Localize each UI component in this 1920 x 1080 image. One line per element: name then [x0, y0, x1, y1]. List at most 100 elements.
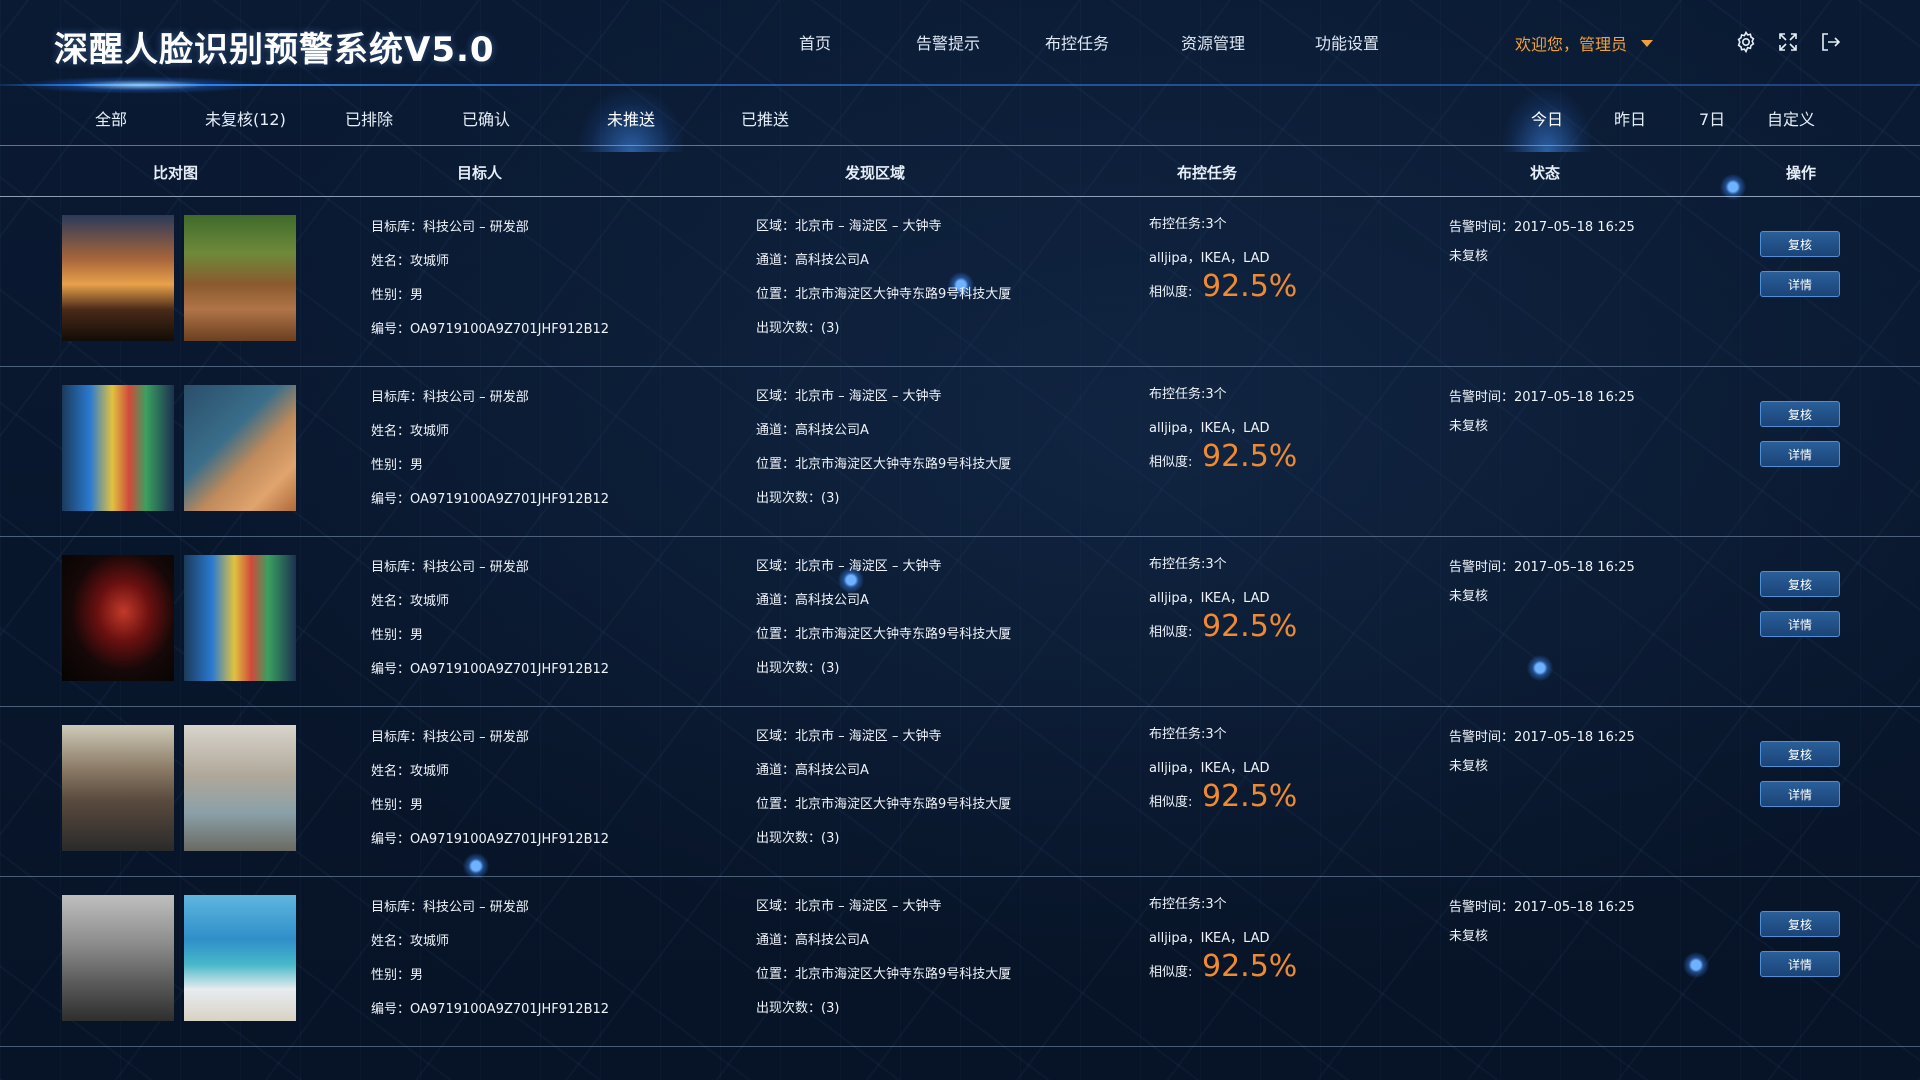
- similarity-label: 相似度:: [1149, 285, 1193, 300]
- tab-pushed[interactable]: 已推送: [741, 106, 789, 130]
- similarity-value: 92.5%: [1202, 949, 1298, 984]
- date-yesterday[interactable]: 昨日: [1614, 106, 1646, 130]
- similarity-label: 相似度:: [1149, 455, 1193, 470]
- date-custom[interactable]: 自定义: [1767, 106, 1815, 130]
- appearance-count: 出现次数：(3): [756, 491, 840, 506]
- reference-photo[interactable]: [184, 725, 296, 851]
- review-button[interactable]: 复核: [1760, 911, 1840, 937]
- similarity-label: 相似度:: [1149, 795, 1193, 810]
- similarity-value: 92.5%: [1202, 269, 1298, 304]
- detail-button[interactable]: 详情: [1760, 271, 1840, 297]
- reference-photo[interactable]: [184, 215, 296, 341]
- nav-alerts[interactable]: 告警提示: [916, 30, 980, 54]
- similarity-value: 92.5%: [1202, 609, 1298, 644]
- target-id: 编号：OA9719100A9Z701JHF912B12: [371, 492, 610, 507]
- nav-tasks[interactable]: 布控任务: [1045, 30, 1109, 54]
- capture-photo[interactable]: [62, 385, 174, 511]
- target-library: 目标库：科技公司 – 研发部: [371, 730, 529, 745]
- status-text: 未复核: [1449, 589, 1489, 604]
- appearance-count: 出现次数：(3): [756, 1001, 840, 1016]
- detail-button[interactable]: 详情: [1760, 611, 1840, 637]
- tab-unpushed[interactable]: 未推送: [578, 90, 684, 152]
- target-gender: 性别：男: [371, 628, 424, 643]
- capture-photo[interactable]: [62, 215, 174, 341]
- nav-settings[interactable]: 功能设置: [1315, 30, 1379, 54]
- target-id: 编号：OA9719100A9Z701JHF912B12: [371, 322, 610, 337]
- task-count: 布控任务:3个: [1149, 557, 1227, 572]
- tab-confirmed[interactable]: 已确认: [462, 106, 510, 130]
- nav-home[interactable]: 首页: [799, 30, 831, 54]
- tab-all[interactable]: 全部: [95, 106, 127, 130]
- alarm-time: 告警时间：2017–05–18 16:25: [1449, 220, 1635, 235]
- target-name: 姓名：攻城师: [371, 764, 450, 779]
- col-area: 发现区域: [845, 164, 906, 182]
- gear-icon[interactable]: [1734, 30, 1758, 54]
- review-button[interactable]: 复核: [1760, 401, 1840, 427]
- reference-photo[interactable]: [184, 385, 296, 511]
- target-name: 姓名：攻城师: [371, 594, 450, 609]
- welcome-text: 欢迎您，管理员: [1515, 35, 1628, 54]
- nav-resources[interactable]: 资源管理: [1181, 30, 1245, 54]
- detail-button[interactable]: 详情: [1760, 951, 1840, 977]
- location: 位置：北京市海淀区大钟寺东路9号科技大厦: [756, 967, 1012, 982]
- target-library: 目标库：科技公司 – 研发部: [371, 390, 529, 405]
- tab-excluded[interactable]: 已排除: [345, 106, 393, 130]
- task-names: alljipa，IKEA，LAD: [1149, 421, 1270, 436]
- col-compare: 比对图: [153, 164, 199, 182]
- app-root: 深醒人脸识别预警系统V5.0 首页 告警提示 布控任务 资源管理 功能设置 欢迎…: [0, 0, 1920, 1080]
- channel: 通道：高科技公司A: [756, 763, 869, 778]
- task-names: alljipa，IKEA，LAD: [1149, 931, 1270, 946]
- channel: 通道：高科技公司A: [756, 253, 869, 268]
- channel: 通道：高科技公司A: [756, 423, 869, 438]
- similarity-label: 相似度:: [1149, 965, 1193, 980]
- target-library: 目标库：科技公司 – 研发部: [371, 560, 529, 575]
- target-id: 编号：OA9719100A9Z701JHF912B12: [371, 662, 610, 677]
- capture-photo[interactable]: [62, 895, 174, 1021]
- status-text: 未复核: [1449, 249, 1489, 264]
- detail-button[interactable]: 详情: [1760, 441, 1840, 467]
- table-row: 目标库：科技公司 – 研发部 姓名：攻城师 性别：男 编号：OA9719100A…: [0, 707, 1920, 877]
- review-button[interactable]: 复核: [1760, 571, 1840, 597]
- region: 区域：北京市 – 海淀区 – 大钟寺: [756, 729, 942, 744]
- tab-unreviewed[interactable]: 未复核(12): [205, 106, 286, 130]
- capture-photo[interactable]: [62, 555, 174, 681]
- location: 位置：北京市海淀区大钟寺东路9号科技大厦: [756, 457, 1012, 472]
- region: 区域：北京市 – 海淀区 – 大钟寺: [756, 559, 942, 574]
- region: 区域：北京市 – 海淀区 – 大钟寺: [756, 899, 942, 914]
- target-gender: 性别：男: [371, 798, 424, 813]
- date-7days[interactable]: 7日: [1699, 106, 1725, 130]
- task-names: alljipa，IKEA，LAD: [1149, 761, 1270, 776]
- target-name: 姓名：攻城师: [371, 254, 450, 269]
- row-divider: [0, 1046, 1920, 1047]
- table-row: 目标库：科技公司 – 研发部 姓名：攻城师 性别：男 编号：OA9719100A…: [0, 367, 1920, 537]
- reference-photo[interactable]: [184, 555, 296, 681]
- logout-icon[interactable]: [1818, 30, 1842, 54]
- table-row: 目标库：科技公司 – 研发部 姓名：攻城师 性别：男 编号：OA9719100A…: [0, 197, 1920, 367]
- review-button[interactable]: 复核: [1760, 741, 1840, 767]
- user-menu[interactable]: 欢迎您，管理员: [1515, 31, 1654, 55]
- table-row: 目标库：科技公司 – 研发部 姓名：攻城师 性别：男 编号：OA9719100A…: [0, 537, 1920, 707]
- region: 区域：北京市 – 海淀区 – 大钟寺: [756, 219, 942, 234]
- task-count: 布控任务:3个: [1149, 217, 1227, 232]
- filter-divider: [0, 145, 1920, 146]
- target-gender: 性别：男: [371, 968, 424, 983]
- channel: 通道：高科技公司A: [756, 933, 869, 948]
- app-title: 深醒人脸识别预警系统V5.0: [54, 30, 495, 70]
- task-count: 布控任务:3个: [1149, 897, 1227, 912]
- col-status: 状态: [1530, 164, 1561, 182]
- reference-photo[interactable]: [184, 895, 296, 1021]
- fullscreen-icon[interactable]: [1776, 30, 1800, 54]
- capture-photo[interactable]: [62, 725, 174, 851]
- target-library: 目标库：科技公司 – 研发部: [371, 900, 529, 915]
- date-today[interactable]: 今日: [1502, 90, 1592, 152]
- location: 位置：北京市海淀区大钟寺东路9号科技大厦: [756, 287, 1012, 302]
- alarm-time: 告警时间：2017–05–18 16:25: [1449, 560, 1635, 575]
- review-button[interactable]: 复核: [1760, 231, 1840, 257]
- location: 位置：北京市海淀区大钟寺东路9号科技大厦: [756, 627, 1012, 642]
- target-id: 编号：OA9719100A9Z701JHF912B12: [371, 1002, 610, 1017]
- status-text: 未复核: [1449, 759, 1489, 774]
- col-task: 布控任务: [1177, 164, 1238, 182]
- alarm-time: 告警时间：2017–05–18 16:25: [1449, 900, 1635, 915]
- detail-button[interactable]: 详情: [1760, 781, 1840, 807]
- task-names: alljipa，IKEA，LAD: [1149, 591, 1270, 606]
